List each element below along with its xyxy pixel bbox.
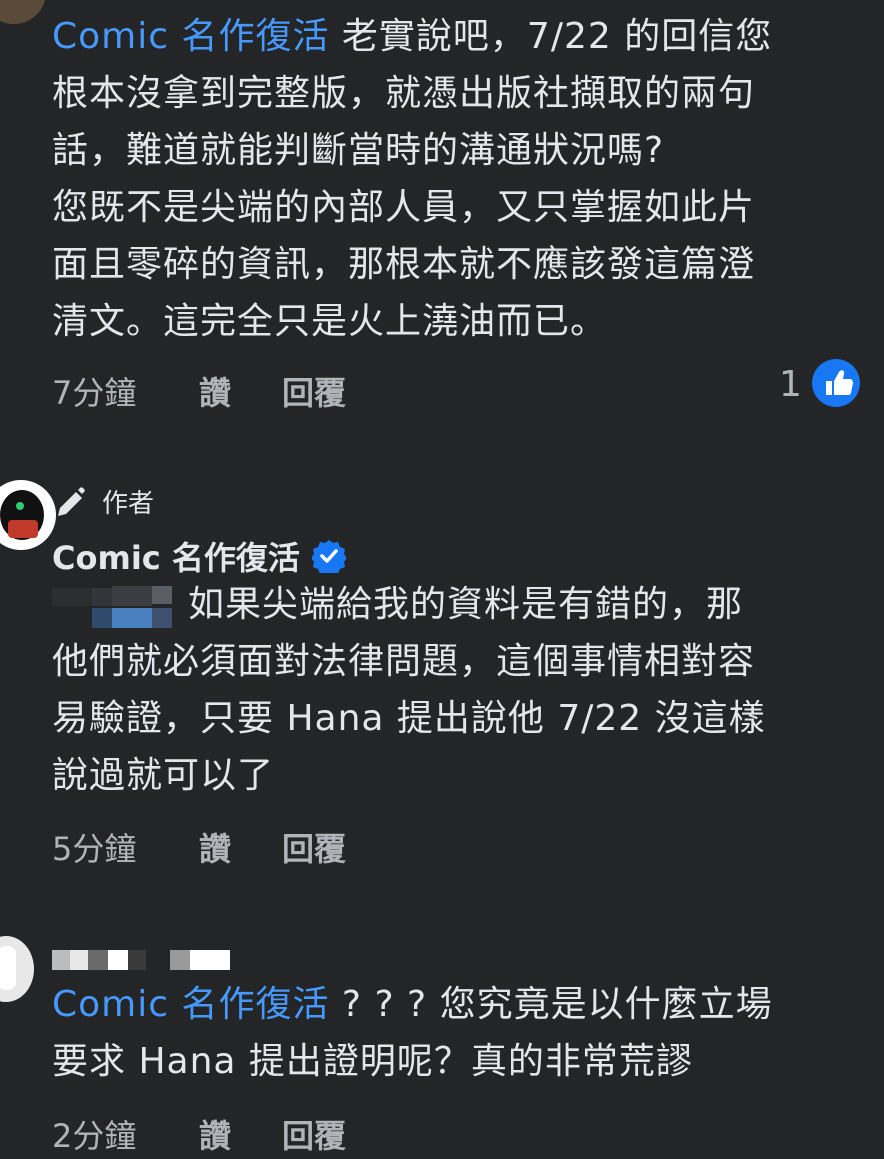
author-avatar[interactable]	[0, 480, 56, 550]
like-button[interactable]: 讚	[199, 1111, 282, 1157]
pen-icon	[52, 484, 88, 520]
timestamp[interactable]: 5分鐘	[52, 824, 199, 870]
comment-2-text-line1: 如果尖端給我的資料是有錯的，那	[188, 584, 744, 625]
mention-link[interactable]: Comic 名作復活	[52, 984, 329, 1025]
comment-3-text-line1: ? ? ? 您究竟是以什麼立場	[329, 984, 773, 1025]
timestamp[interactable]: 2分鐘	[52, 1111, 199, 1157]
comment-3-text-body: 要求 Hana 提出證明呢？真的非常荒謬	[52, 1041, 693, 1082]
comment-3-text: Comic 名作復活 ? ? ? 您究竟是以什麼立場 要求 Hana 提出證明呢…	[52, 976, 852, 1090]
reply-button[interactable]: 回覆	[282, 824, 346, 870]
timestamp[interactable]: 7分鐘	[52, 368, 199, 414]
redacted-commenter-name[interactable]	[52, 950, 232, 970]
comment-2-actions: 5分鐘 讚 回覆	[52, 824, 346, 870]
author-name[interactable]: Comic 名作復活	[52, 533, 347, 579]
author-badge: 作者	[52, 483, 154, 520]
commenter-avatar[interactable]	[0, 0, 46, 24]
commenter-name-cropped	[52, 0, 162, 6]
comment-3-actions: 2分鐘 讚 回覆	[52, 1111, 346, 1157]
reply-button[interactable]: 回覆	[282, 368, 346, 414]
comment-2-text-body: 他們就必須面對法律問題，這個事情相對容 易驗證，只要 Hana 提出說他 7/2…	[52, 641, 766, 796]
mention-link[interactable]: Comic 名作復活	[52, 16, 329, 57]
thumbs-up-icon[interactable]	[812, 359, 860, 407]
verified-badge-icon	[310, 539, 347, 576]
reaction-count[interactable]: 1	[779, 364, 802, 405]
author-name-label[interactable]: Comic 名作復活	[52, 533, 300, 579]
author-badge-label: 作者	[102, 489, 155, 519]
comment-1-actions: 7分鐘 讚 回覆	[52, 368, 346, 414]
comment-1-text-body: 根本沒拿到完整版，就憑出版社擷取的兩句 話，難道就能判斷當時的溝通狀況嗎? 您既…	[52, 73, 756, 342]
reply-button[interactable]: 回覆	[282, 1111, 346, 1157]
like-button[interactable]: 讚	[199, 824, 282, 870]
commenter-avatar[interactable]	[0, 936, 34, 1002]
like-button[interactable]: 讚	[199, 368, 282, 414]
comment-1-text-line1: 老實說吧，7/22 的回信您	[329, 16, 773, 57]
comment-1-text: Comic 名作復活 老實說吧，7/22 的回信您 根本沒拿到完整版，就憑出版社…	[52, 8, 852, 350]
comment-2-text: 如果尖端給我的資料是有錯的，那 他們就必須面對法律問題，這個事情相對容 易驗證，…	[52, 576, 852, 804]
